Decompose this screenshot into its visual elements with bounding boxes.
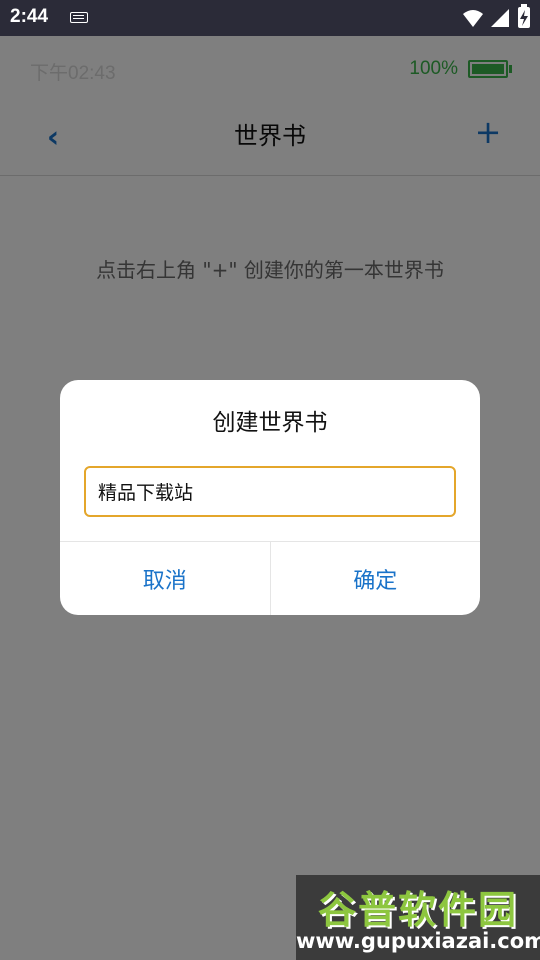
watermark-logo: 谷普软件园 bbox=[317, 888, 518, 932]
worldbook-name-input[interactable] bbox=[84, 466, 456, 517]
system-time: 2:44 bbox=[10, 6, 49, 27]
watermark-url: www.gupuxiazai.com bbox=[296, 929, 540, 953]
keyboard-icon bbox=[70, 12, 88, 23]
dialog-title: 创建世界书 bbox=[212, 410, 328, 436]
cancel-button[interactable]: 取消 bbox=[60, 542, 270, 615]
confirm-button[interactable]: 确定 bbox=[269, 542, 481, 615]
wifi-icon bbox=[463, 10, 483, 27]
create-worldbook-dialog: 创建世界书 取消 确定 bbox=[60, 380, 480, 615]
battery-charging-icon bbox=[518, 4, 530, 28]
watermark: 谷普软件园 www.gupuxiazai.com bbox=[296, 875, 540, 960]
signal-icon bbox=[491, 9, 509, 27]
system-status-bar: 2:44 bbox=[0, 0, 540, 36]
dialog-actions: 取消 确定 bbox=[60, 541, 480, 615]
